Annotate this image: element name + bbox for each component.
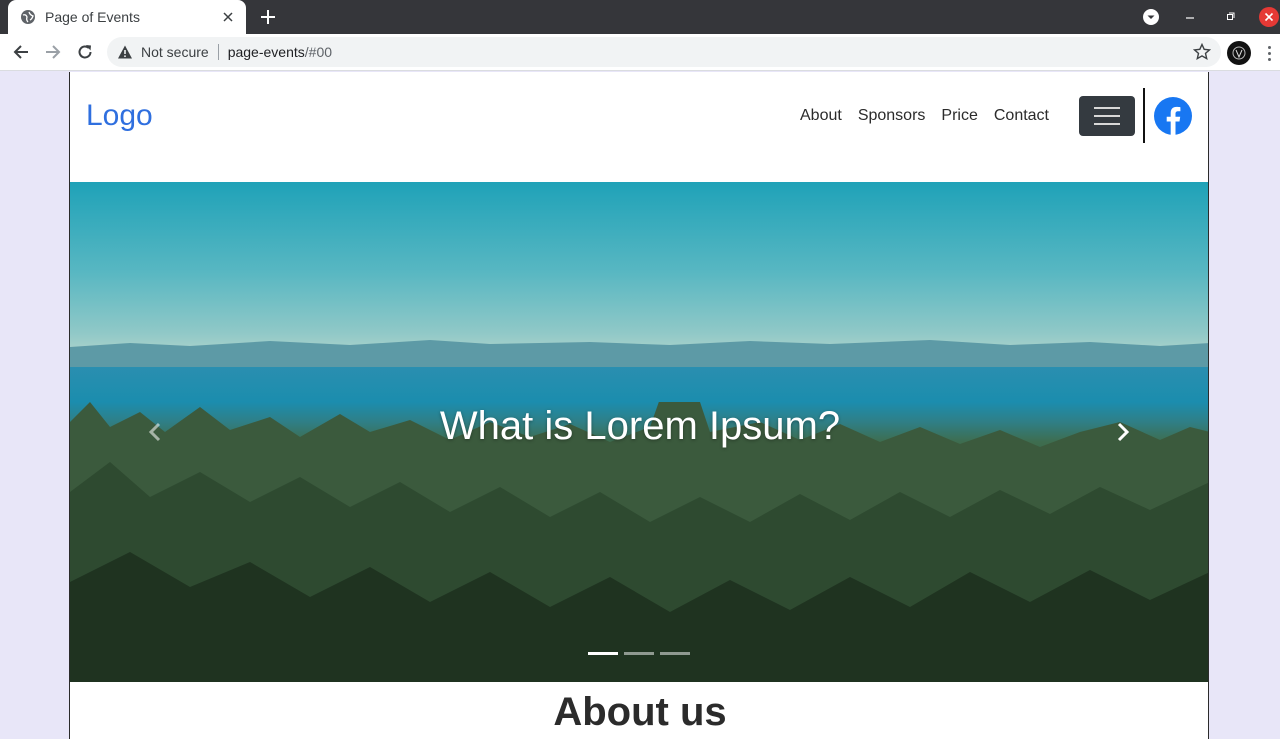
hero-caption: What is Lorem Ipsum? [439,404,841,448]
page-container: Logo About Sponsors Price Contact What i… [69,72,1209,739]
browser-menu-icon[interactable] [1262,41,1276,65]
hero-carousel: What is Lorem Ipsum? [70,182,1208,682]
security-label[interactable]: Not secure [141,44,209,60]
globe-icon [20,9,36,25]
close-icon[interactable] [220,9,236,25]
tab-title: Page of Events [45,9,140,25]
chevron-left-icon[interactable] [143,418,167,446]
chevron-right-icon[interactable] [1111,418,1135,446]
browser-toolbar: Not secure page-events/#00 [0,34,1280,71]
close-window-icon[interactable] [1259,7,1279,27]
nav-link-price[interactable]: Price [933,106,985,126]
hamburger-icon[interactable] [1079,96,1135,136]
carousel-indicators [588,652,690,655]
site-logo[interactable]: Logo [86,99,153,133]
back-icon[interactable] [9,40,33,64]
nav-link-contact[interactable]: Contact [986,106,1057,126]
restore-icon[interactable] [1220,7,1240,27]
hero-background-hills [70,340,1208,367]
tab-search-icon[interactable] [1141,7,1161,27]
carousel-indicator[interactable] [588,652,618,655]
facebook-icon[interactable] [1154,97,1192,135]
url-host: page-events [227,44,305,60]
carousel-indicator[interactable] [660,652,690,655]
reload-icon[interactable] [73,40,97,64]
forward-icon[interactable] [41,40,65,64]
nav-links: About Sponsors Price Contact [792,106,1057,126]
nav-link-sponsors[interactable]: Sponsors [850,106,934,126]
url-path: /#00 [304,44,333,60]
browser-tab-strip: Page of Events [0,0,1280,34]
about-heading: About us [553,690,727,734]
plus-icon[interactable] [258,7,278,27]
address-bar[interactable]: Not secure page-events/#00 [107,37,1221,67]
site-navbar: Logo About Sponsors Price Contact [70,72,1208,182]
carousel-indicator[interactable] [624,652,654,655]
nav-link-about[interactable]: About [792,106,850,126]
omnibox-divider [217,44,219,60]
minimize-icon[interactable] [1180,7,1200,27]
warning-icon[interactable] [117,44,133,60]
star-icon[interactable] [1192,42,1212,61]
browser-tab[interactable]: Page of Events [8,0,246,34]
extension-icon[interactable] [1227,41,1251,65]
navbar-divider [1143,88,1145,143]
